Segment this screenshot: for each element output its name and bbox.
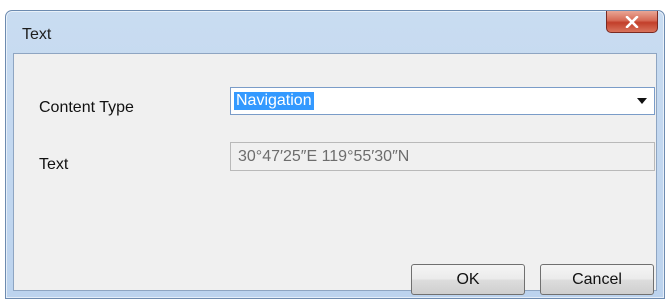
content-type-label: Content Type (39, 99, 134, 116)
text-label: Text (39, 156, 69, 173)
text-field-value: 30°47′25″E 119°55′30″N (238, 148, 410, 165)
text-dialog: Text Content Type Navigation Text 30°47′… (5, 10, 665, 299)
close-icon (625, 15, 639, 28)
cancel-button[interactable]: Cancel (540, 264, 654, 295)
title-bar[interactable]: Text (6, 11, 664, 53)
close-button[interactable] (606, 11, 658, 33)
content-type-selected-value: Navigation (234, 92, 314, 110)
content-type-dropdown[interactable]: Navigation (230, 87, 655, 115)
dialog-title: Text (22, 26, 52, 43)
ok-button[interactable]: OK (411, 264, 525, 295)
text-field: 30°47′25″E 119°55′30″N (230, 142, 655, 171)
dropdown-arrow-icon[interactable] (637, 98, 647, 104)
dialog-body: Content Type Navigation Text 30°47′25″E … (13, 53, 657, 295)
